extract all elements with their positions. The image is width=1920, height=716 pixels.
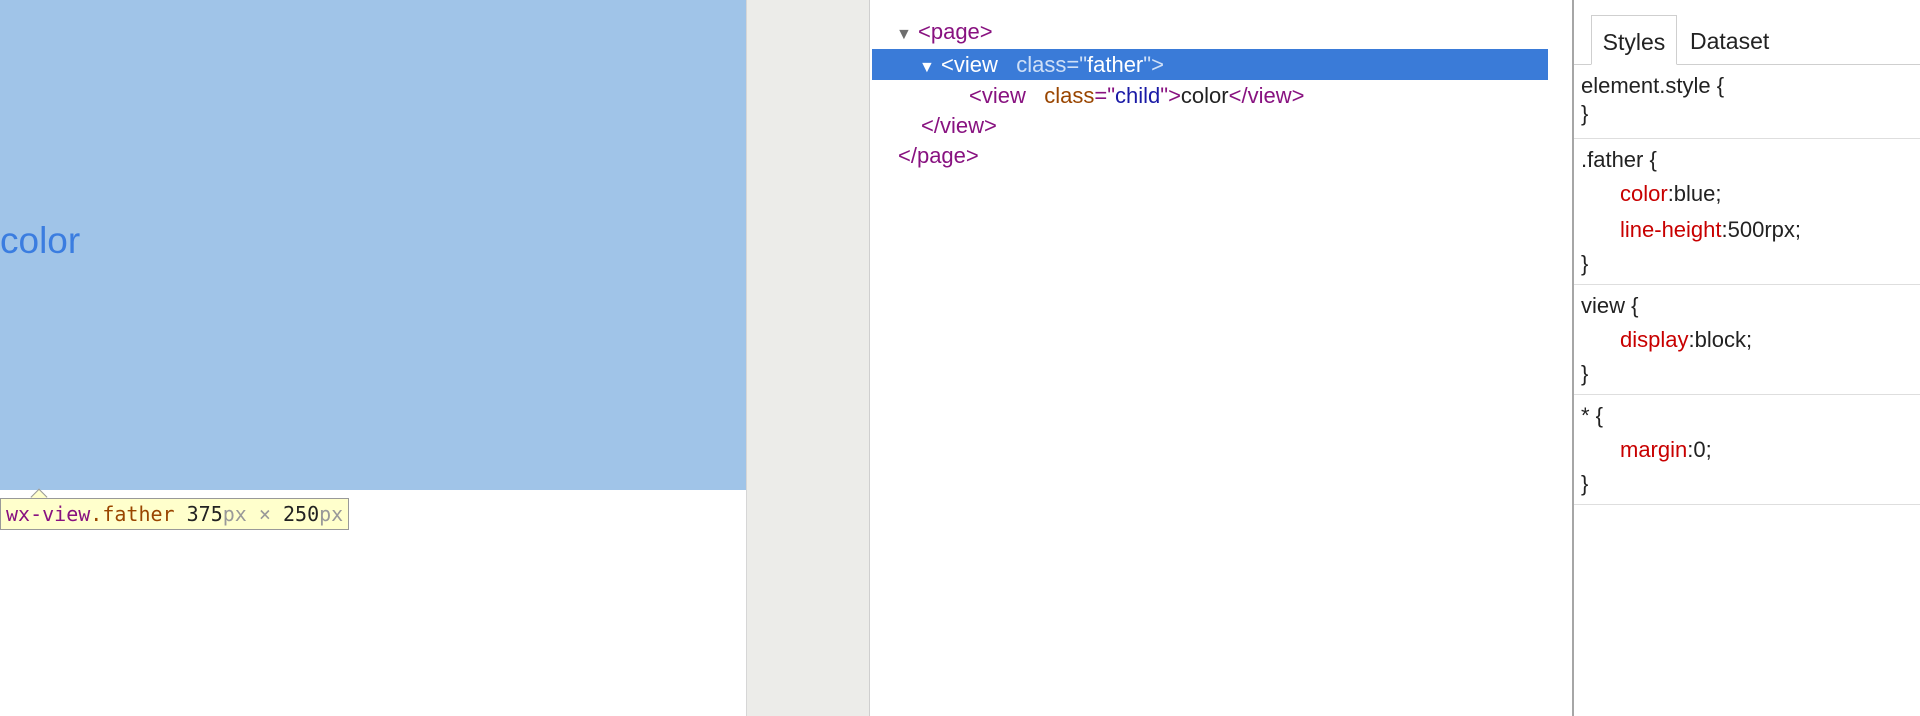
rule-close-brace: }	[1581, 471, 1589, 496]
style-prop-margin[interactable]: margin:0;	[1620, 435, 1712, 465]
page-close-tag: </page>	[898, 143, 979, 168]
child-view-text[interactable]: color	[0, 218, 80, 264]
view-open-tag: <view	[941, 52, 998, 77]
prop-name: color	[1620, 181, 1668, 206]
simulator-preview[interactable]: color wx-view.father 375px × 250px	[0, 0, 746, 716]
style-rule-father[interactable]: .father { color:blue; line-height:500rpx…	[1574, 139, 1920, 285]
element-size-tooltip: wx-view.father 375px × 250px	[0, 498, 350, 530]
attr-quote-close: "	[1143, 52, 1152, 77]
rule-selector: element.style {	[1581, 73, 1725, 98]
rule-close-brace: }	[1581, 251, 1589, 276]
tree-node-view-close[interactable]: </view>	[921, 110, 997, 141]
child-text-node: color	[1180, 83, 1229, 108]
attr-quote-open: "	[1079, 52, 1087, 77]
tag-close-bracket: >	[1168, 83, 1181, 108]
rule-close-brace: }	[1581, 101, 1589, 126]
view-open-tag: <view	[969, 83, 1026, 108]
tree-node-view-child[interactable]: <view class="child">color</view>	[969, 80, 1304, 111]
style-rule-view[interactable]: view { display:block; }	[1574, 285, 1920, 395]
styles-panel: Styles Dataset element.style { } .father…	[1572, 0, 1920, 716]
rule-selector: .father {	[1581, 147, 1657, 172]
tooltip-width: 375	[186, 502, 223, 526]
styles-tabbar: Styles Dataset	[1574, 0, 1920, 65]
prop-value: :0;	[1687, 437, 1712, 462]
attr-value-father: father	[1087, 52, 1144, 77]
prop-value: :block;	[1688, 327, 1753, 352]
elements-panel: ▼ <page> ▼ <view class="father"> <view cla…	[871, 0, 1572, 716]
tree-node-view-father[interactable]: ▼ <view class="father">	[872, 49, 1548, 80]
prop-name: display	[1620, 327, 1689, 352]
rule-close-brace: }	[1581, 361, 1589, 386]
expand-triangle-icon[interactable]: ▼	[919, 52, 941, 83]
page-open-tag: <page>	[918, 19, 993, 44]
tooltip-height-unit: px	[319, 502, 344, 526]
style-prop-line-height[interactable]: line-height:500rpx;	[1620, 215, 1801, 245]
prop-value: :blue;	[1667, 181, 1722, 206]
tooltip-height: 250	[282, 502, 320, 526]
prop-value: :500rpx;	[1721, 217, 1802, 242]
tag-close-bracket: >	[1151, 52, 1164, 77]
expand-triangle-icon[interactable]: ▼	[896, 19, 918, 50]
element-highlight-overlay	[0, 0, 746, 490]
view-close-tag: </view>	[1228, 83, 1305, 108]
style-prop-display[interactable]: display:block;	[1620, 325, 1752, 355]
tooltip-tag: wx-view	[6, 502, 91, 526]
attr-eq: =	[1094, 83, 1108, 108]
tooltip-width-unit: px	[222, 502, 247, 526]
tooltip-times: ×	[246, 502, 283, 526]
tree-node-page-close[interactable]: </page>	[898, 140, 979, 171]
panel-splitter[interactable]	[746, 0, 870, 716]
rule-selector: view {	[1581, 293, 1639, 318]
attr-name: class	[1044, 83, 1095, 108]
attr-eq: =	[1066, 52, 1080, 77]
rule-selector: * {	[1581, 403, 1604, 428]
tab-dataset[interactable]: Dataset	[1690, 15, 1769, 65]
style-rule-universal[interactable]: * { margin:0; }	[1574, 395, 1920, 505]
style-rule-element-style[interactable]: element.style { }	[1574, 65, 1920, 139]
attr-quote-open: "	[1107, 83, 1115, 108]
devtools-window: color wx-view.father 375px × 250px ▼ <pag…	[0, 0, 1920, 716]
tooltip-class: .father	[90, 502, 175, 526]
attr-quote-close: "	[1160, 83, 1169, 108]
tab-styles[interactable]: Styles	[1591, 15, 1677, 65]
attr-value-child: child	[1115, 83, 1161, 108]
style-prop-color[interactable]: color:blue;	[1620, 179, 1722, 209]
view-close-tag: </view>	[921, 113, 997, 138]
prop-name: line-height	[1620, 217, 1722, 242]
tree-node-page[interactable]: ▼ <page>	[896, 16, 993, 47]
prop-name: margin	[1620, 437, 1688, 462]
attr-name: class	[1016, 52, 1067, 77]
